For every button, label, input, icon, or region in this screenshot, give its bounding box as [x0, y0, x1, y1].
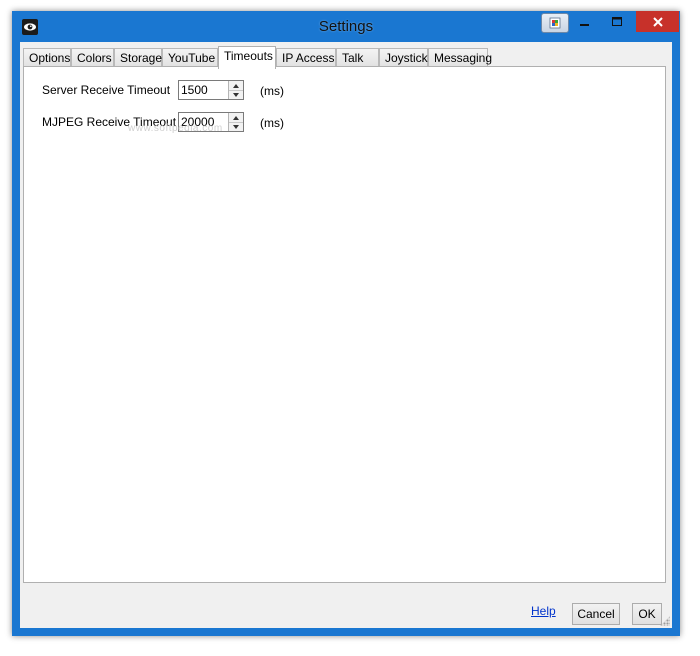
tab-options[interactable]: Options [23, 48, 71, 67]
server-receive-timeout-stepper[interactable]: 1500 [178, 80, 244, 100]
ok-button[interactable]: OK [632, 603, 662, 625]
watermark: www.softpedia.com [128, 123, 223, 134]
server-receive-timeout-label: Server Receive Timeout [42, 83, 171, 97]
mjpeg-spin-down-button[interactable] [229, 122, 243, 131]
tab-storage[interactable]: Storage [114, 48, 162, 67]
tab-talk[interactable]: Talk [336, 48, 379, 67]
close-icon [652, 16, 663, 27]
tab-ip-access[interactable]: IP Access [276, 48, 336, 67]
tab-messaging[interactable]: Messaging [428, 48, 492, 67]
timeouts-panel: Server Receive Timeout 1500 (ms) MJPEG R… [23, 66, 666, 583]
grid-icon [549, 17, 561, 29]
webcam-toolbar-button[interactable] [541, 13, 569, 33]
title-bar[interactable]: Settings [12, 11, 680, 41]
mjpeg-receive-timeout-unit: (ms) [260, 116, 284, 130]
server-spin-down-button[interactable] [229, 90, 243, 99]
server-spin-buttons [228, 81, 243, 99]
mjpeg-spin-buttons [228, 113, 243, 131]
tab-timeouts[interactable]: Timeouts [218, 46, 276, 69]
close-button[interactable] [636, 11, 679, 32]
cancel-button[interactable]: Cancel [572, 603, 620, 625]
dialog-client-area: Options Colors Storage YouTube Timeouts … [20, 42, 672, 628]
chevron-down-icon [233, 124, 239, 129]
maximize-button[interactable] [604, 11, 630, 33]
maximize-icon [611, 17, 622, 26]
server-receive-timeout-value[interactable]: 1500 [181, 83, 208, 97]
chevron-down-icon [233, 92, 239, 97]
help-link[interactable]: Help [531, 604, 556, 618]
tab-joystick[interactable]: Joystick [379, 48, 428, 67]
chevron-up-icon [233, 115, 239, 120]
tab-youtube[interactable]: YouTube [162, 48, 218, 67]
minimize-icon [580, 24, 589, 26]
minimize-button[interactable] [572, 11, 598, 33]
chevron-up-icon [233, 83, 239, 88]
tab-colors[interactable]: Colors [71, 48, 114, 67]
settings-window: Settings Options Colors Storage YouTube … [12, 11, 680, 636]
server-receive-timeout-unit: (ms) [260, 84, 284, 98]
